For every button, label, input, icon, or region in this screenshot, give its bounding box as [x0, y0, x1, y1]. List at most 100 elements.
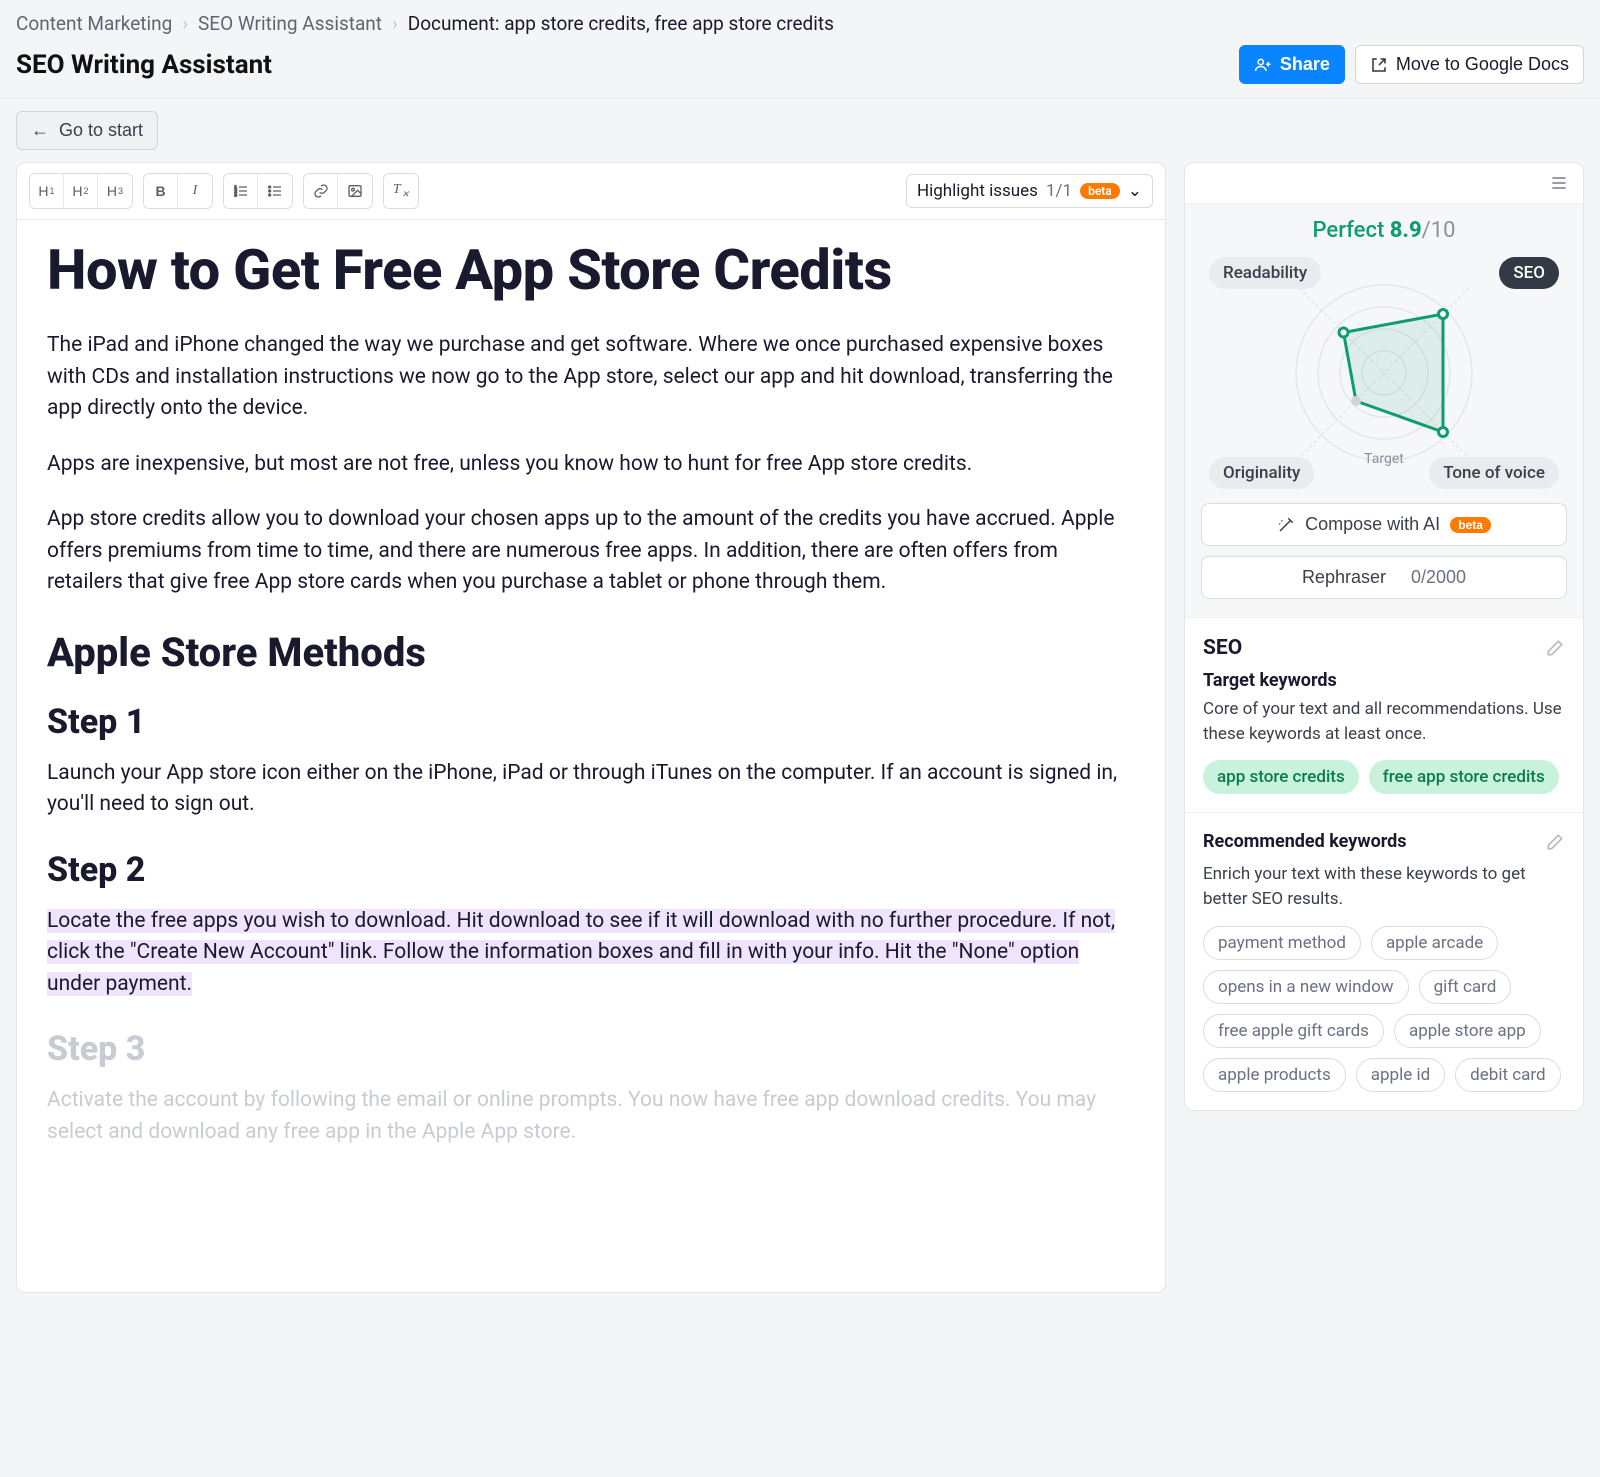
target-kw-title: Target keywords — [1203, 670, 1565, 691]
score-section: Perfect 8.9/10 — [1185, 204, 1583, 618]
seo-head: SEO — [1203, 636, 1565, 660]
beta-badge: beta — [1080, 183, 1120, 199]
rec-kw-desc: Enrich your text with these keywords to … — [1203, 862, 1565, 911]
menu-icon[interactable] — [1549, 173, 1569, 193]
seo-heading: SEO — [1203, 636, 1242, 660]
title-actions: Share Move to Google Docs — [1239, 45, 1584, 84]
metric-originality[interactable]: Originality — [1209, 457, 1314, 489]
target-kw-row: app store credits free app store credits — [1203, 760, 1565, 794]
highlight-issues-label: Highlight issues — [917, 181, 1038, 201]
h1-button[interactable]: H1 — [30, 174, 64, 208]
person-add-icon — [1254, 56, 1272, 74]
radar-chart: Readability SEO Originality Tone of voic… — [1201, 253, 1567, 493]
clear-format-button[interactable]: T✕ — [384, 174, 418, 208]
top-bar: Content Marketing › SEO Writing Assistan… — [0, 0, 1600, 98]
go-to-start-button[interactable]: ← Go to start — [16, 111, 158, 150]
unordered-list-icon — [267, 183, 283, 199]
list-group: 123 — [223, 173, 293, 209]
target-keyword-pill[interactable]: free app store credits — [1369, 760, 1559, 794]
highlight-issues-count: 1/1 — [1046, 181, 1072, 201]
rec-kw-title: Recommended keywords — [1203, 831, 1407, 852]
rephraser-label: Rephraser — [1302, 567, 1386, 588]
breadcrumb: Content Marketing › SEO Writing Assistan… — [16, 12, 1584, 35]
share-label: Share — [1280, 54, 1330, 75]
page-title: SEO Writing Assistant — [16, 50, 272, 80]
chevron-down-icon: ⌄ — [1128, 181, 1142, 201]
doc-paragraph: Apps are inexpensive, but most are not f… — [47, 449, 1135, 481]
link-button[interactable] — [304, 174, 338, 208]
beta-badge: beta — [1450, 517, 1491, 533]
svg-text:3: 3 — [234, 192, 237, 197]
editor-toolbar: H1 H2 H3 B I 123 — [17, 163, 1165, 220]
chevron-right-icon: › — [392, 12, 398, 35]
doc-h3: Step 2 — [47, 845, 1135, 896]
rephraser-button[interactable]: Rephraser 0/2000 — [1201, 556, 1567, 599]
move-to-docs-button[interactable]: Move to Google Docs — [1355, 45, 1584, 84]
breadcrumb-item[interactable]: SEO Writing Assistant — [198, 12, 382, 35]
recommended-keyword-pill[interactable]: free apple gift cards — [1203, 1014, 1384, 1048]
go-start-label: Go to start — [59, 120, 143, 141]
editor-panel: H1 H2 H3 B I 123 — [16, 162, 1166, 1293]
clear-group: T✕ — [383, 173, 419, 209]
recommended-keyword-pill[interactable]: gift card — [1419, 970, 1512, 1004]
title-row: SEO Writing Assistant Share Move to Goog… — [16, 45, 1584, 98]
italic-button[interactable]: I — [178, 174, 212, 208]
seo-section: SEO Target keywords Core of your text an… — [1185, 618, 1583, 813]
chevron-right-icon: › — [182, 12, 188, 35]
compose-ai-button[interactable]: Compose with AI beta — [1201, 503, 1567, 546]
image-icon — [347, 183, 363, 199]
pencil-icon[interactable] — [1545, 832, 1565, 852]
highlight-issues-dropdown[interactable]: Highlight issues 1/1 beta ⌄ — [906, 174, 1153, 208]
target-kw-desc: Core of your text and all recommendation… — [1203, 697, 1565, 746]
share-button[interactable]: Share — [1239, 45, 1345, 84]
recommended-keyword-pill[interactable]: debit card — [1455, 1058, 1560, 1092]
rephraser-count: 0/2000 — [1411, 567, 1466, 588]
doc-h2: Apple Store Methods — [47, 623, 1135, 683]
unordered-list-button[interactable] — [258, 174, 292, 208]
recommended-keyword-pill[interactable]: apple store app — [1394, 1014, 1541, 1048]
metric-readability[interactable]: Readability — [1209, 257, 1321, 289]
radar-polygon — [1344, 314, 1444, 432]
heading-group: H1 H2 H3 — [29, 173, 133, 209]
doc-paragraph: The iPad and iPhone changed the way we p… — [47, 330, 1135, 425]
recommended-keyword-pill[interactable]: apple id — [1356, 1058, 1445, 1092]
insert-group — [303, 173, 373, 209]
format-group: B I — [143, 173, 213, 209]
metric-seo[interactable]: SEO — [1499, 257, 1559, 289]
document-body[interactable]: How to Get Free App Store Credits The iP… — [17, 220, 1165, 1292]
rec-kw-section: Recommended keywords Enrich your text wi… — [1185, 813, 1583, 1109]
recommended-keyword-pill[interactable]: payment method — [1203, 926, 1361, 960]
workspace: H1 H2 H3 B I 123 — [0, 162, 1600, 1309]
score-line: Perfect 8.9/10 — [1201, 218, 1567, 243]
recommended-keyword-pill[interactable]: apple products — [1203, 1058, 1346, 1092]
target-label: Target — [1364, 451, 1404, 467]
compose-ai-label: Compose with AI — [1305, 514, 1440, 535]
doc-paragraph: Launch your App store icon either on the… — [47, 758, 1135, 821]
export-icon — [1370, 56, 1388, 74]
rec-head: Recommended keywords — [1203, 831, 1565, 852]
move-label: Move to Google Docs — [1396, 54, 1569, 75]
metric-tone[interactable]: Tone of voice — [1429, 457, 1559, 489]
doc-paragraph-faded: Activate the account by following the em… — [47, 1085, 1135, 1148]
doc-paragraph-highlighted: Locate the free apps you wish to downloa… — [47, 906, 1135, 1001]
pencil-icon[interactable] — [1545, 638, 1565, 658]
recommended-keyword-pill[interactable]: apple arcade — [1371, 926, 1498, 960]
breadcrumb-item[interactable]: Content Marketing — [16, 12, 172, 35]
bold-button[interactable]: B — [144, 174, 178, 208]
doc-paragraph: App store credits allow you to download … — [47, 504, 1135, 599]
link-icon — [313, 183, 329, 199]
arrow-left-icon: ← — [31, 120, 49, 141]
doc-h3: Step 1 — [47, 697, 1135, 748]
doc-h3-faded: Step 3 — [47, 1024, 1135, 1075]
h2-button[interactable]: H2 — [64, 174, 98, 208]
score-word: Perfect — [1313, 218, 1385, 243]
clear-format-icon: T✕ — [393, 182, 409, 200]
h3-button[interactable]: H3 — [98, 174, 132, 208]
score-outof: /10 — [1422, 218, 1456, 243]
image-button[interactable] — [338, 174, 372, 208]
ordered-list-button[interactable]: 123 — [224, 174, 258, 208]
recommended-keyword-pill[interactable]: opens in a new window — [1203, 970, 1409, 1004]
wand-icon — [1277, 516, 1295, 534]
rec-kw-row: payment method apple arcade opens in a new… — [1203, 926, 1565, 1092]
target-keyword-pill[interactable]: app store credits — [1203, 760, 1359, 794]
